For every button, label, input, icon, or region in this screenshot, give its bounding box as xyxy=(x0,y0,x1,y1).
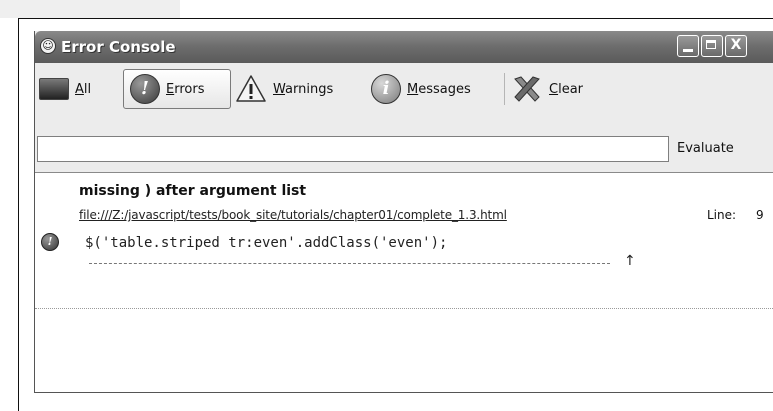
evaluate-input[interactable] xyxy=(37,136,669,162)
warning-icon xyxy=(235,74,267,104)
error-file-link[interactable]: file:///Z:/javascript/tests/book_site/tu… xyxy=(79,208,507,222)
error-position-underline xyxy=(89,263,610,264)
maximize-icon xyxy=(706,40,716,49)
error-source-code: $('table.striped tr:even'.addClass('even… xyxy=(85,235,448,251)
firefox-icon: ☺ xyxy=(40,38,56,54)
all-button-label: All xyxy=(75,81,92,97)
window-title: Error Console xyxy=(61,38,176,56)
close-icon: X xyxy=(730,37,742,53)
error-caret-icon: ↑ xyxy=(624,253,636,269)
clear-button[interactable]: Clear xyxy=(511,69,611,109)
all-button[interactable]: All xyxy=(39,69,119,109)
close-button[interactable]: X xyxy=(725,35,747,57)
all-messages-icon xyxy=(39,78,69,100)
error-icon: ! xyxy=(41,233,59,251)
messages-button[interactable]: i Messages xyxy=(371,69,497,109)
toolbar-separator xyxy=(504,73,505,105)
messages-button-label: Messages xyxy=(407,81,471,97)
clear-button-label: Clear xyxy=(549,81,583,97)
errors-button-label: Errors xyxy=(166,81,205,97)
info-icon: i xyxy=(371,74,401,104)
evaluate-row: Evaluate xyxy=(35,129,773,169)
maximize-button[interactable] xyxy=(701,35,723,57)
minimize-button[interactable] xyxy=(677,35,699,57)
error-entry[interactable]: ! missing ) after argument list file:///… xyxy=(35,173,773,309)
error-console-window: ☺ Error Console X All ! Errors Warnings xyxy=(34,31,773,393)
errors-button[interactable]: ! Errors xyxy=(123,69,231,109)
background-tab-strip xyxy=(0,0,180,18)
warnings-button[interactable]: Warnings xyxy=(235,69,367,109)
toolbar: All ! Errors Warnings i Messages Clear xyxy=(35,63,773,113)
warnings-button-label: Warnings xyxy=(273,81,334,97)
clear-x-icon xyxy=(511,74,543,104)
error-icon: ! xyxy=(130,74,160,104)
error-list[interactable]: ! missing ) after argument list file:///… xyxy=(35,172,773,392)
error-line-label: Line: xyxy=(707,208,737,222)
minimize-icon xyxy=(683,49,693,52)
error-message: missing ) after argument list xyxy=(79,183,307,199)
error-line-number: 9 xyxy=(756,208,764,222)
title-bar[interactable]: ☺ Error Console X xyxy=(35,31,773,63)
evaluate-button[interactable]: Evaluate xyxy=(671,136,773,162)
